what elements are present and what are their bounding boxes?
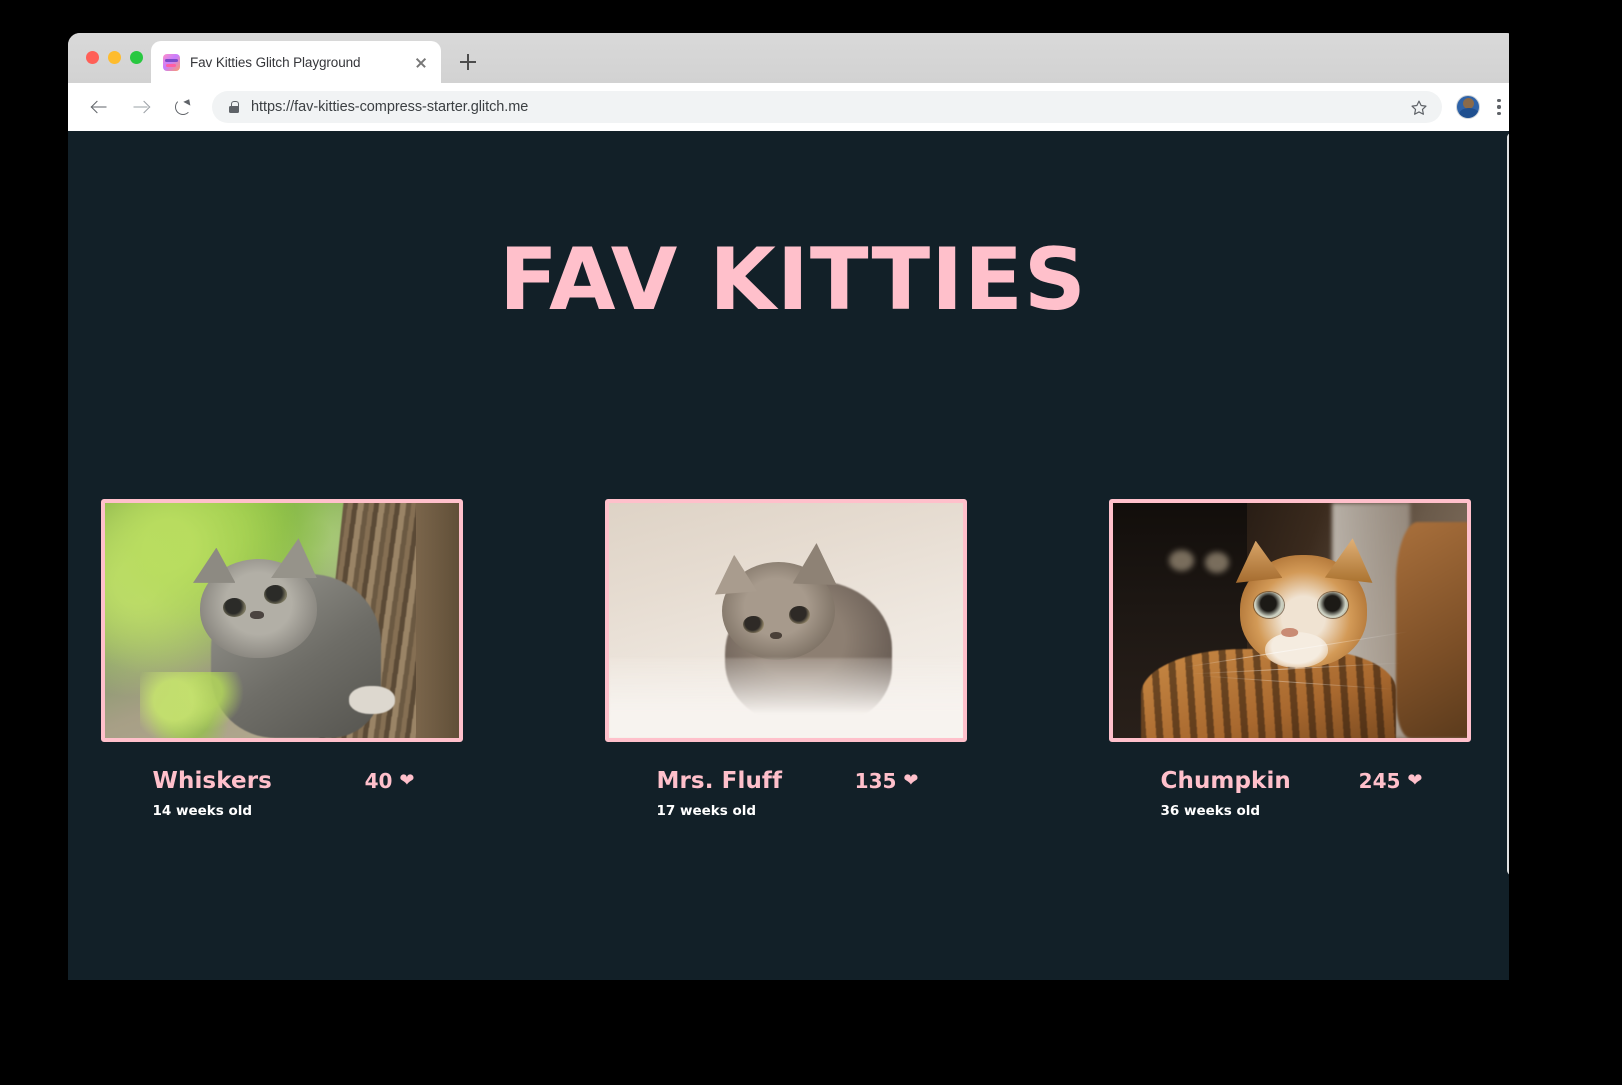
kitty-age: 14 weeks old	[152, 803, 253, 819]
kitty-like-counter[interactable]: 135 ❤	[855, 769, 919, 793]
window-traffic-lights	[86, 51, 143, 64]
kitty-age: 36 weeks old	[1160, 803, 1261, 819]
kitty-name: Whiskers	[152, 768, 272, 794]
kitty-age: 17 weeks old	[656, 803, 757, 819]
address-bar-url: https://fav-kitties-compress-starter.gli…	[251, 99, 529, 115]
glitch-favicon-icon	[163, 53, 180, 71]
kitty-card[interactable]: Chumpkin 245 ❤ 36 weeks old	[1108, 499, 1471, 819]
lock-icon	[228, 100, 240, 114]
page-scrollbar-track[interactable]	[1503, 131, 1509, 980]
close-window-button[interactable]	[86, 51, 99, 64]
arrow-right-icon	[133, 100, 149, 115]
photo-cat-eye-left	[223, 598, 247, 617]
bookmark-star-icon[interactable]	[1410, 99, 1428, 116]
address-bar[interactable]: https://fav-kitties-compress-starter.gli…	[212, 91, 1442, 123]
heart-icon: ❤	[1407, 770, 1423, 791]
photo-bokeh-light	[1169, 550, 1194, 572]
heart-icon: ❤	[399, 770, 415, 791]
photo-tree-edge	[416, 503, 459, 738]
browser-tab-strip: Fav Kitties Glitch Playground	[68, 33, 1509, 83]
maximize-window-button[interactable]	[130, 51, 143, 64]
device-frame: Fav Kitties Glitch Playground https://fa…	[13, 8, 1509, 1020]
close-tab-icon[interactable]	[411, 52, 431, 72]
kitty-card[interactable]: Whiskers 40 ❤ 14 weeks old	[100, 499, 463, 819]
kitty-like-count: 135	[854, 769, 897, 793]
kitty-like-count: 40	[364, 769, 393, 793]
forward-button[interactable]	[124, 90, 158, 124]
kitty-card[interactable]: Mrs. Fluff 135 ❤ 17 weeks old	[604, 499, 967, 819]
browser-window: Fav Kitties Glitch Playground https://fa…	[68, 33, 1509, 980]
browser-menu-icon[interactable]	[1490, 95, 1508, 119]
kitty-photo[interactable]	[100, 499, 463, 742]
kitty-meta-row: Chumpkin 245 ❤	[1109, 768, 1471, 794]
kitty-like-counter[interactable]: 245 ❤	[1359, 769, 1423, 793]
photo-cat-eye-right	[1317, 592, 1348, 619]
kitty-grid: Whiskers 40 ❤ 14 weeks old Mrs. Fluff 13…	[68, 499, 1503, 819]
heart-icon: ❤	[903, 770, 919, 791]
photo-cat-paw	[348, 686, 395, 715]
kitty-photo[interactable]	[604, 499, 967, 742]
photo-cat-nose	[249, 611, 264, 620]
page-content: FAV KITTIES Whiskers 40 ❤ 14 weeks old M…	[68, 131, 1509, 980]
kitty-like-count: 245	[1358, 769, 1401, 793]
page-scrollbar-thumb[interactable]	[1507, 133, 1509, 875]
page-viewport: FAV KITTIES Whiskers 40 ❤ 14 weeks old M…	[68, 131, 1509, 980]
profile-avatar[interactable]	[1456, 95, 1480, 119]
back-button[interactable]	[82, 90, 116, 124]
reload-icon	[175, 99, 191, 115]
page-title: FAV KITTIES	[499, 230, 1087, 330]
new-tab-icon[interactable]	[456, 50, 480, 74]
kitty-name: Mrs. Fluff	[656, 768, 783, 794]
kitty-name: Chumpkin	[1160, 768, 1291, 794]
photo-bedding	[608, 658, 963, 738]
kitty-meta-row: Mrs. Fluff 135 ❤	[605, 768, 967, 794]
photo-chair	[1395, 521, 1467, 738]
browser-tab[interactable]: Fav Kitties Glitch Playground	[151, 41, 441, 83]
photo-cat-nose	[1280, 627, 1299, 637]
minimize-window-button[interactable]	[108, 51, 121, 64]
arrow-left-icon	[92, 100, 107, 115]
kitty-like-counter[interactable]: 40 ❤	[365, 769, 415, 793]
kitty-meta-row: Whiskers 40 ❤	[101, 768, 463, 794]
browser-tab-title: Fav Kitties Glitch Playground	[190, 54, 361, 70]
browser-toolbar: https://fav-kitties-compress-starter.gli…	[68, 83, 1509, 131]
photo-foliage	[139, 672, 254, 738]
reload-button[interactable]	[166, 90, 200, 124]
kitty-photo[interactable]	[1108, 499, 1471, 742]
photo-cat-eye-right	[263, 585, 287, 605]
photo-cat-body	[1140, 648, 1396, 738]
